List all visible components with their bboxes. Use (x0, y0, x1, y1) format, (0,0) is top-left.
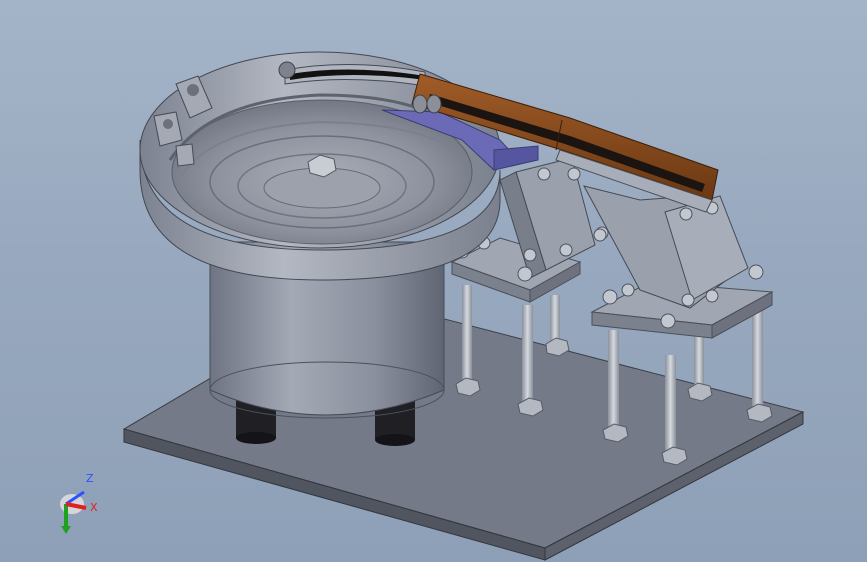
z-axis-label: Z (86, 472, 94, 485)
feeder-model[interactable] (0, 0, 867, 562)
x-axis-label: X (90, 501, 98, 514)
coordinate-triad: Z X (60, 472, 98, 534)
y-axis-arrow-icon (61, 526, 71, 534)
graphics-viewport[interactable]: Z X (0, 0, 867, 562)
